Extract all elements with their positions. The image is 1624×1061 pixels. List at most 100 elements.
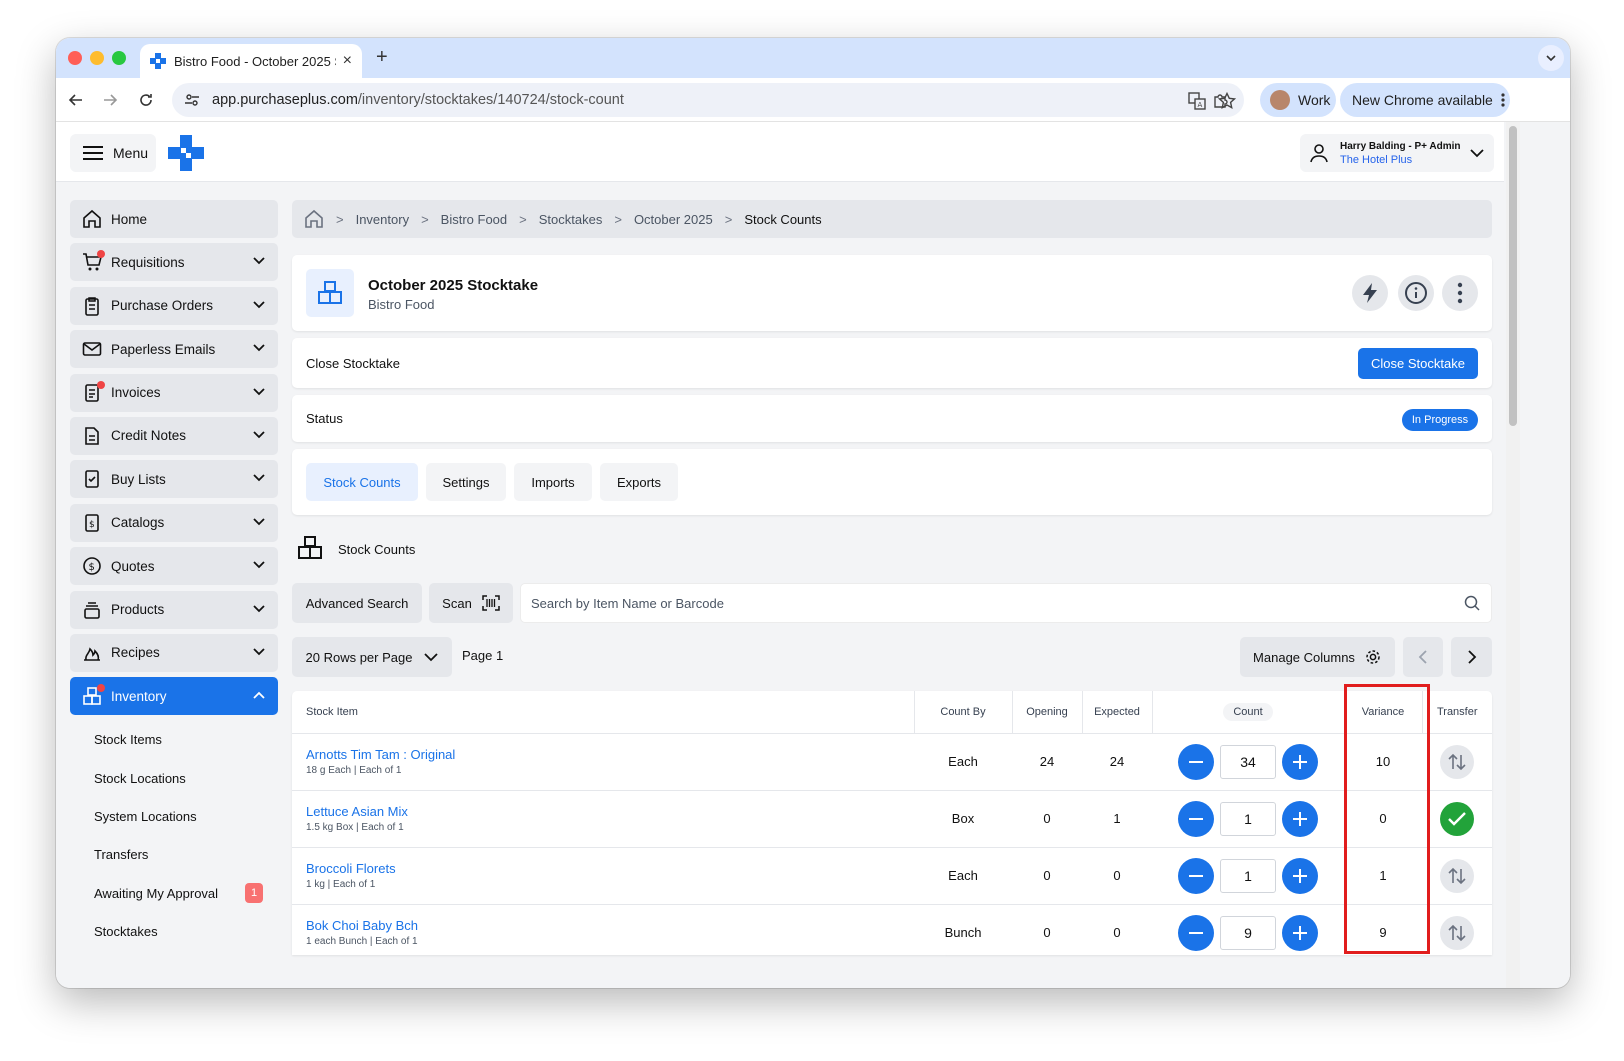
decrement-button[interactable] — [1178, 743, 1214, 780]
scan-button[interactable]: Scan — [429, 583, 513, 623]
next-page-button[interactable] — [1451, 637, 1492, 677]
column-header-opening[interactable]: Opening — [1012, 691, 1083, 734]
sidebar-item-inventory[interactable]: Inventory — [70, 677, 278, 716]
increment-button[interactable] — [1282, 914, 1318, 951]
count-input[interactable] — [1220, 858, 1276, 893]
sidebar: Home Requisitions Purchase Orders Paperl… — [70, 200, 278, 950]
svg-text:$: $ — [89, 562, 95, 573]
sidebar-item-home[interactable]: Home — [70, 200, 278, 238]
opening-cell: 0 — [1012, 904, 1082, 955]
increment-button[interactable] — [1282, 743, 1318, 780]
sidebar-subitem-stock-items[interactable]: Stock Items — [70, 721, 278, 759]
decrement-button[interactable] — [1178, 800, 1214, 837]
translate-icon[interactable]: A — [1188, 92, 1206, 110]
back-button[interactable] — [66, 90, 86, 110]
forward-button[interactable] — [100, 90, 120, 110]
transfer-button[interactable] — [1440, 744, 1474, 779]
tab-stock-counts[interactable]: Stock Counts — [306, 463, 418, 501]
sidebar-subitem-system-locations[interactable]: System Locations — [70, 797, 278, 835]
count-cell — [1152, 904, 1344, 955]
zoom-window-button[interactable] — [112, 51, 126, 65]
checklist-icon — [82, 469, 102, 489]
sidebar-item-requisitions[interactable]: Requisitions — [70, 243, 278, 282]
sidebar-item-label: Invoices — [111, 385, 161, 401]
increment-button[interactable] — [1282, 857, 1318, 894]
chevron-left-icon — [1418, 650, 1427, 664]
column-header-count-by[interactable]: Count By — [914, 691, 1013, 734]
purchaseplus-logo-icon[interactable] — [168, 135, 204, 171]
chevron-down-icon — [253, 431, 265, 439]
sidebar-item-buy-lists[interactable]: Buy Lists — [70, 460, 278, 499]
stock-item-link[interactable]: Arnotts Tim Tam : Original — [306, 747, 914, 762]
new-tab-button[interactable]: + — [376, 46, 388, 69]
column-header-transfer[interactable]: Transfer — [1422, 691, 1492, 734]
extensions-icon[interactable] — [1212, 91, 1230, 109]
stock-item-link[interactable]: Lettuce Asian Mix — [306, 804, 914, 819]
scrollbar-thumb[interactable] — [1509, 126, 1517, 426]
sidebar-subitem-awaiting-my-approval[interactable]: Awaiting My Approval 1 — [70, 874, 278, 912]
close-stocktake-button[interactable]: Close Stocktake — [1358, 348, 1478, 379]
column-header-expected[interactable]: Expected — [1082, 691, 1153, 734]
home-icon[interactable] — [304, 209, 324, 229]
stock-item-meta: 18 g Each | Each of 1 — [306, 765, 402, 776]
expected-cell: 24 — [1082, 733, 1152, 791]
stock-item-link[interactable]: Broccoli Florets — [306, 861, 914, 876]
sidebar-item-paperless-emails[interactable]: Paperless Emails — [70, 330, 278, 369]
transfer-button[interactable] — [1440, 915, 1474, 950]
tab-imports[interactable]: Imports — [514, 463, 592, 501]
decrement-button[interactable] — [1178, 914, 1214, 951]
tab-settings[interactable]: Settings — [426, 463, 506, 501]
sidebar-item-products[interactable]: Products — [70, 590, 278, 629]
advanced-search-button[interactable]: Advanced Search — [292, 583, 422, 623]
sidebar-subitem-stock-locations[interactable]: Stock Locations — [70, 759, 278, 797]
minus-icon — [1189, 931, 1203, 934]
reload-button[interactable] — [136, 90, 156, 110]
quick-actions-button[interactable] — [1352, 275, 1388, 311]
breadcrumb-link-bistro-food[interactable]: Bistro Food — [441, 212, 507, 227]
search-icon[interactable] — [1464, 595, 1480, 611]
sidebar-item-catalogs[interactable]: $ Catalogs — [70, 503, 278, 542]
increment-button[interactable] — [1282, 800, 1318, 837]
tab-search-button[interactable] — [1538, 45, 1564, 71]
column-header-count[interactable]: Count — [1152, 691, 1345, 734]
info-button[interactable] — [1398, 275, 1434, 311]
more-options-button[interactable] — [1442, 275, 1478, 311]
rows-per-page-select[interactable]: 20 Rows per Page — [292, 637, 452, 677]
column-header-stock-item[interactable]: Stock Item — [292, 691, 915, 734]
browser-tab[interactable]: Bistro Food - October 2025 S × — [140, 44, 362, 78]
minimize-window-button[interactable] — [90, 51, 104, 65]
manage-columns-button[interactable]: Manage Columns — [1240, 637, 1395, 677]
sidebar-item-credit-notes[interactable]: Credit Notes — [70, 416, 278, 455]
close-window-button[interactable] — [68, 51, 82, 65]
profile-button[interactable]: Work — [1260, 83, 1336, 117]
count-input[interactable] — [1220, 915, 1276, 950]
stock-item-link[interactable]: Bok Choi Baby Bch — [306, 918, 914, 933]
close-tab-icon[interactable]: × — [343, 52, 352, 70]
sidebar-item-invoices[interactable]: Invoices — [70, 373, 278, 412]
search-input[interactable] — [520, 583, 1492, 623]
sidebar-item-recipes[interactable]: Recipes — [70, 633, 278, 672]
sidebar-item-purchase-orders[interactable]: Purchase Orders — [70, 286, 278, 325]
breadcrumb-link-october-2025[interactable]: October 2025 — [634, 212, 713, 227]
decrement-button[interactable] — [1178, 857, 1214, 894]
sidebar-subitem-transfers[interactable]: Transfers — [70, 836, 278, 874]
count-input[interactable] — [1220, 801, 1276, 836]
sidebar-subitem-stocktakes[interactable]: Stocktakes — [70, 912, 278, 950]
column-header-variance[interactable]: Variance — [1344, 691, 1423, 734]
breadcrumb-current: Stock Counts — [744, 211, 822, 227]
dollar-icon: $ — [82, 556, 102, 576]
page-scrollbar[interactable] — [1506, 122, 1520, 988]
transfer-button[interactable] — [1440, 858, 1474, 893]
menu-button[interactable]: Menu — [70, 134, 156, 172]
breadcrumb-link-inventory[interactable]: Inventory — [356, 212, 409, 227]
address-bar[interactable]: app.purchaseplus.com/inventory/stocktake… — [172, 83, 1244, 117]
sidebar-item-quotes[interactable]: $ Quotes — [70, 547, 278, 586]
previous-page-button[interactable] — [1403, 637, 1443, 677]
user-account-menu[interactable]: Harry Balding - P+ Admin The Hotel Plus — [1300, 134, 1494, 172]
chrome-update-button[interactable]: New Chrome available — [1340, 83, 1510, 117]
sidebar-subitem-label: Stock Items — [94, 732, 162, 748]
count-input[interactable] — [1220, 744, 1276, 779]
breadcrumb-link-stocktakes[interactable]: Stocktakes — [539, 212, 603, 227]
tab-exports[interactable]: Exports — [600, 463, 678, 501]
chevron-down-icon — [253, 344, 265, 352]
